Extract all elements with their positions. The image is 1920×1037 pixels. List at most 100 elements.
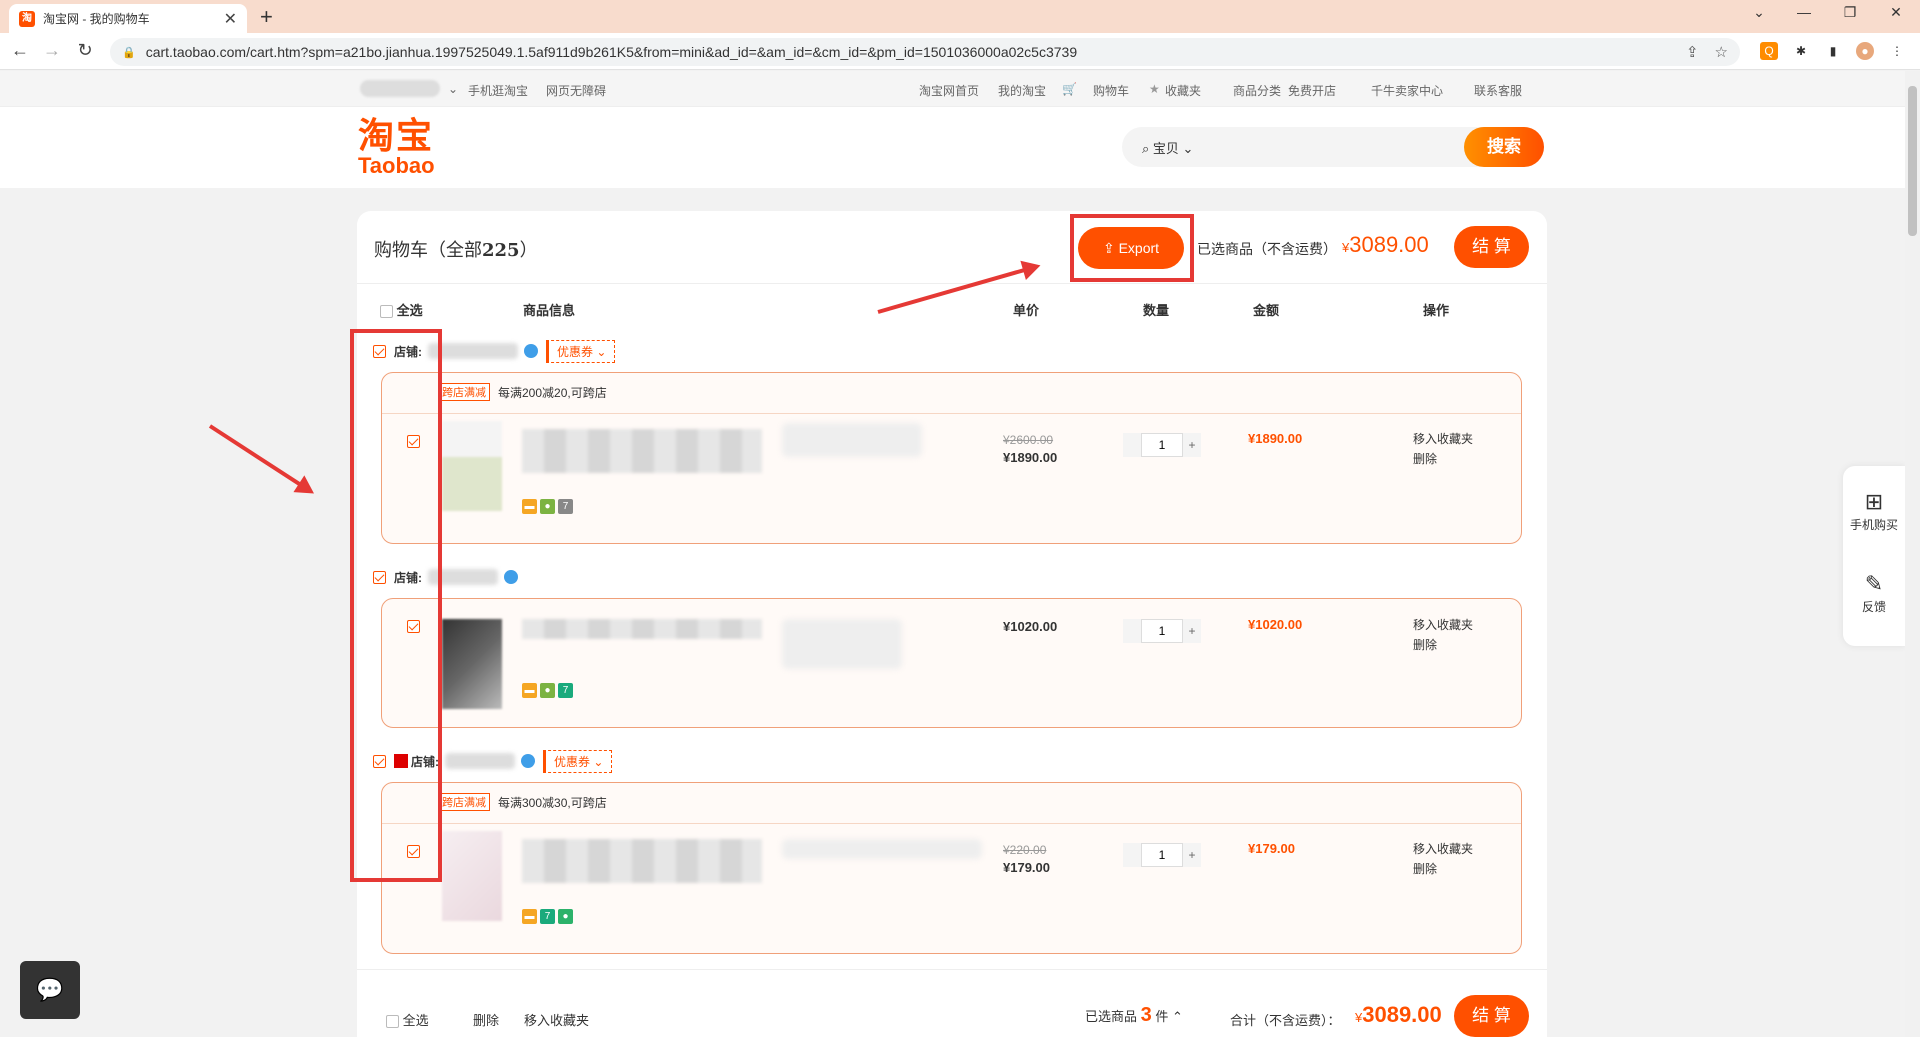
qr-grid-icon: ⊞ (1864, 489, 1884, 514)
qty-minus-button[interactable] (1123, 843, 1141, 867)
qty-minus-button[interactable] (1123, 433, 1141, 457)
store-name-blurred[interactable] (445, 753, 515, 769)
feedback-button[interactable]: ✎ 反馈 (1843, 570, 1905, 615)
minimize-button[interactable]: — (1789, 4, 1819, 20)
quantity-stepper[interactable]: + (1123, 619, 1205, 643)
seller-center-link[interactable]: 千牛卖家中心 (1371, 82, 1443, 99)
move-to-favorites-link[interactable]: 移入收藏夹 (1413, 839, 1473, 859)
share-icon[interactable]: ⇪ (1686, 43, 1699, 61)
search-input[interactable] (1232, 133, 1482, 161)
promo-banner: 跨店满减 每满200减20,可跨店 (438, 383, 607, 401)
annotation-export-box (1070, 214, 1194, 282)
item-sku-blurred (782, 619, 902, 669)
service-icons: ▬ ● 7 (522, 683, 573, 698)
item-sku-blurred (782, 839, 982, 859)
profile-avatar-icon[interactable]: ● (1856, 42, 1874, 60)
mobile-buy-button[interactable]: ⊞ 手机购买 (1843, 488, 1905, 533)
cart-footer: 全选 删除 移入收藏夹 已选商品 3 件 ⌃ 合计（不含运费）： ¥3089.0… (357, 969, 1547, 1037)
footer-move-favorites-link[interactable]: 移入收藏夹 (524, 1010, 589, 1029)
item-thumbnail[interactable] (442, 421, 502, 511)
search-button[interactable]: 搜索 (1464, 127, 1544, 167)
menu-kebab-icon[interactable]: ⋮ (1888, 42, 1906, 60)
item-total: ¥1020.00 (1248, 617, 1303, 632)
qty-input[interactable] (1141, 843, 1183, 867)
restore-button[interactable]: ❐ (1835, 4, 1865, 21)
qty-input[interactable] (1141, 433, 1183, 457)
col-unit-price: 单价 (1013, 303, 1040, 318)
selected-count[interactable]: 已选商品 3 件 ⌃ (1085, 1004, 1183, 1027)
open-store-link[interactable]: 免费开店 (1288, 82, 1336, 99)
mobile-taobao-link[interactable]: 手机逛淘宝 (468, 82, 528, 99)
window-close-button[interactable]: ✕ (1881, 4, 1911, 21)
quantity-stepper[interactable]: + (1123, 433, 1205, 457)
store-badge-icon (524, 344, 538, 358)
footer-delete-link[interactable]: 删除 (473, 1010, 499, 1029)
side-panel-icon[interactable]: ▮ (1824, 42, 1842, 60)
item-name-blurred[interactable] (522, 429, 762, 473)
delete-link[interactable]: 删除 (1413, 635, 1473, 655)
chat-icon[interactable]: 💬 (20, 961, 80, 1019)
qty-plus-button[interactable]: + (1183, 619, 1201, 643)
move-to-favorites-link[interactable]: 移入收藏夹 (1413, 429, 1473, 449)
search-type-select[interactable]: ⌕ 宝贝 ⌄ (1142, 138, 1193, 157)
coupon-button[interactable]: 优惠券 ⌄ (543, 749, 613, 773)
move-to-favorites-link[interactable]: 移入收藏夹 (1413, 615, 1473, 635)
item-sku-blurred (782, 423, 922, 457)
new-tab-button[interactable]: + (260, 4, 273, 30)
footer-select-all[interactable]: 全选 (386, 1010, 429, 1029)
url-text[interactable]: cart.taobao.com/cart.htm?spm=a21bo.jianh… (146, 44, 1670, 60)
extension-q-icon[interactable]: Q (1760, 42, 1778, 60)
coupon-button[interactable]: 优惠券 ⌄ (546, 339, 616, 363)
checkout-button-bottom[interactable]: 结 算 (1454, 995, 1529, 1037)
item-name-blurred[interactable] (522, 619, 762, 639)
scroll-thumb[interactable] (1908, 86, 1917, 236)
item-actions: 移入收藏夹 删除 (1413, 615, 1473, 655)
lock-icon: 🔒 (122, 46, 136, 59)
username-blurred[interactable] (360, 80, 440, 97)
select-all-checkbox[interactable] (380, 305, 393, 319)
footer-select-all-checkbox[interactable] (386, 1015, 399, 1029)
omnibox[interactable]: 🔒 cart.taobao.com/cart.htm?spm=a21bo.jia… (110, 38, 1740, 66)
reload-icon[interactable]: ↻ (73, 40, 97, 61)
quantity-stepper[interactable]: + (1123, 843, 1205, 867)
qty-plus-button[interactable]: + (1183, 843, 1201, 867)
qty-plus-button[interactable]: + (1183, 433, 1201, 457)
tab-close-icon[interactable]: ✕ (224, 9, 237, 29)
unit-price: ¥1890.00 (1003, 450, 1058, 465)
checkout-button-top[interactable]: 结 算 (1454, 226, 1529, 268)
categories-link[interactable]: 商品分类 (1233, 82, 1281, 99)
store-badge-icon (504, 570, 518, 584)
favorites-link[interactable]: 收藏夹 (1165, 82, 1201, 99)
item-thumbnail[interactable] (442, 831, 502, 921)
forward-icon[interactable]: → (40, 40, 64, 61)
back-icon[interactable]: ← (8, 40, 32, 61)
chevron-down-icon: ⌄ (448, 82, 459, 96)
cart-icon: 🛒 (1062, 82, 1077, 96)
page-title: 购物车（全部225） (374, 240, 538, 261)
support-link[interactable]: 联系客服 (1474, 82, 1522, 99)
browser-tab[interactable]: 淘 淘宝网 - 我的购物车 ✕ (9, 4, 247, 33)
qty-input[interactable] (1141, 619, 1183, 643)
item-thumbnail[interactable] (442, 619, 502, 709)
divider (357, 283, 1547, 284)
delete-link[interactable]: 删除 (1413, 859, 1473, 879)
store-badge-icon (521, 754, 535, 768)
bookmark-star-icon[interactable]: ☆ (1715, 43, 1728, 61)
select-all-header[interactable]: 全选 (380, 300, 423, 319)
delete-link[interactable]: 删除 (1413, 449, 1473, 469)
unit-price: ¥179.00 (1003, 860, 1050, 875)
store-group: 跨店满减每满300减30,可跨店 ▬7● ¥220.00 ¥179.00 + ¥… (381, 782, 1522, 954)
cart-link[interactable]: 购物车 (1093, 82, 1129, 99)
side-toolbar: ⊞ 手机购买 ✎ 反馈 (1843, 466, 1905, 646)
my-taobao-link[interactable]: 我的淘宝 (998, 82, 1046, 99)
home-link[interactable]: 淘宝网首页 (919, 82, 979, 99)
taobao-logo[interactable]: 淘宝 Taobao (358, 117, 435, 177)
selected-label: 已选商品（不含运费） (1197, 241, 1337, 257)
item-name-blurred[interactable] (522, 839, 762, 883)
qty-minus-button[interactable] (1123, 619, 1141, 643)
extensions-puzzle-icon[interactable]: ✱ (1792, 42, 1810, 60)
page-scrollbar[interactable] (1905, 71, 1920, 1037)
item-total: ¥179.00 (1248, 841, 1295, 856)
tab-search-icon[interactable]: ⌄ (1744, 4, 1774, 21)
accessible-link[interactable]: 网页无障碍 (546, 82, 606, 99)
